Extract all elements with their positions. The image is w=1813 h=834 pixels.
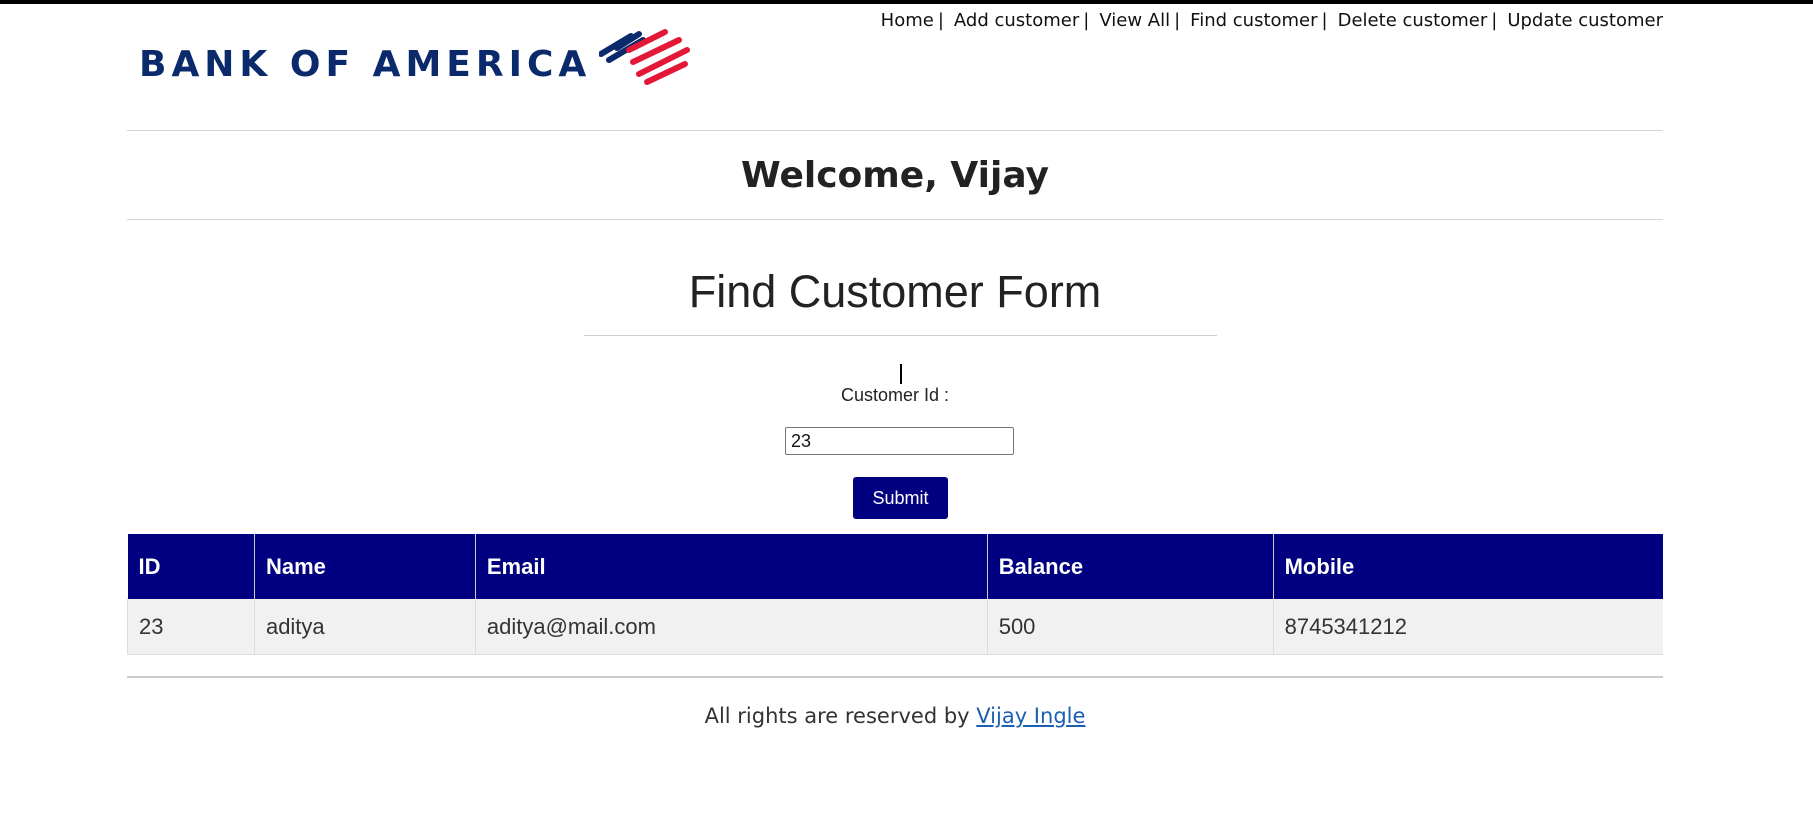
- nav-link-add-customer[interactable]: Add customer: [954, 10, 1079, 31]
- cell-mobile: 8745341212: [1273, 599, 1663, 655]
- customer-id-input[interactable]: [785, 427, 1014, 455]
- nav-separator: |: [1491, 10, 1498, 31]
- cell-balance: 500: [987, 599, 1274, 655]
- table-header-row: ID Name Email Balance Mobile: [127, 534, 1663, 599]
- table-row: 23 aditya aditya@mail.com 500 8745341212: [127, 599, 1663, 655]
- nav-link-update-customer[interactable]: Update customer: [1507, 10, 1663, 31]
- submit-button[interactable]: Submit: [853, 477, 948, 519]
- bank-logo-text: BANK OF AMERICA: [139, 44, 592, 85]
- column-header-balance: Balance: [987, 534, 1274, 599]
- form-title: Find Customer Form: [688, 266, 1102, 317]
- nav-link-home[interactable]: Home: [881, 10, 934, 31]
- nav-separator: |: [937, 10, 944, 31]
- cell-id: 23: [127, 599, 255, 655]
- flag-icon: [599, 29, 691, 85]
- nav-separator: |: [1321, 10, 1328, 31]
- top-nav: Home | Add customer | View All | Find customer…: [881, 10, 1663, 31]
- nav-link-delete-customer[interactable]: Delete customer: [1338, 10, 1488, 31]
- nav-separator: |: [1174, 10, 1181, 31]
- page-container: BANK OF AMERICA Home | Add customer | View A…: [127, 4, 1663, 728]
- customer-results-table: ID Name Email Balance Mobile 23 aditya a…: [127, 534, 1663, 655]
- text-cursor: [900, 364, 902, 384]
- site-header: BANK OF AMERICA Home | Add customer | View A…: [127, 4, 1663, 131]
- bank-logo[interactable]: BANK OF AMERICA: [139, 28, 691, 86]
- column-header-mobile: Mobile: [1273, 534, 1663, 599]
- welcome-heading: Welcome, Vijay: [127, 131, 1663, 220]
- nav-separator: |: [1083, 10, 1090, 31]
- footer-text: All rights are reserved by: [704, 704, 977, 728]
- column-header-name: Name: [254, 534, 476, 599]
- footer-divider: [127, 676, 1663, 678]
- column-header-email: Email: [475, 534, 988, 599]
- nav-link-view-all[interactable]: View All: [1099, 10, 1170, 31]
- cell-email: aditya@mail.com: [475, 599, 988, 655]
- cell-name: aditya: [254, 599, 476, 655]
- footer-author-link[interactable]: Vijay Ingle: [976, 704, 1085, 728]
- column-header-id: ID: [127, 534, 255, 599]
- form-divider: [584, 335, 1217, 336]
- nav-link-find-customer[interactable]: Find customer: [1190, 10, 1317, 31]
- customer-id-label: Customer Id :: [840, 385, 950, 405]
- site-footer: All rights are reserved by Vijay Ingle: [127, 704, 1663, 728]
